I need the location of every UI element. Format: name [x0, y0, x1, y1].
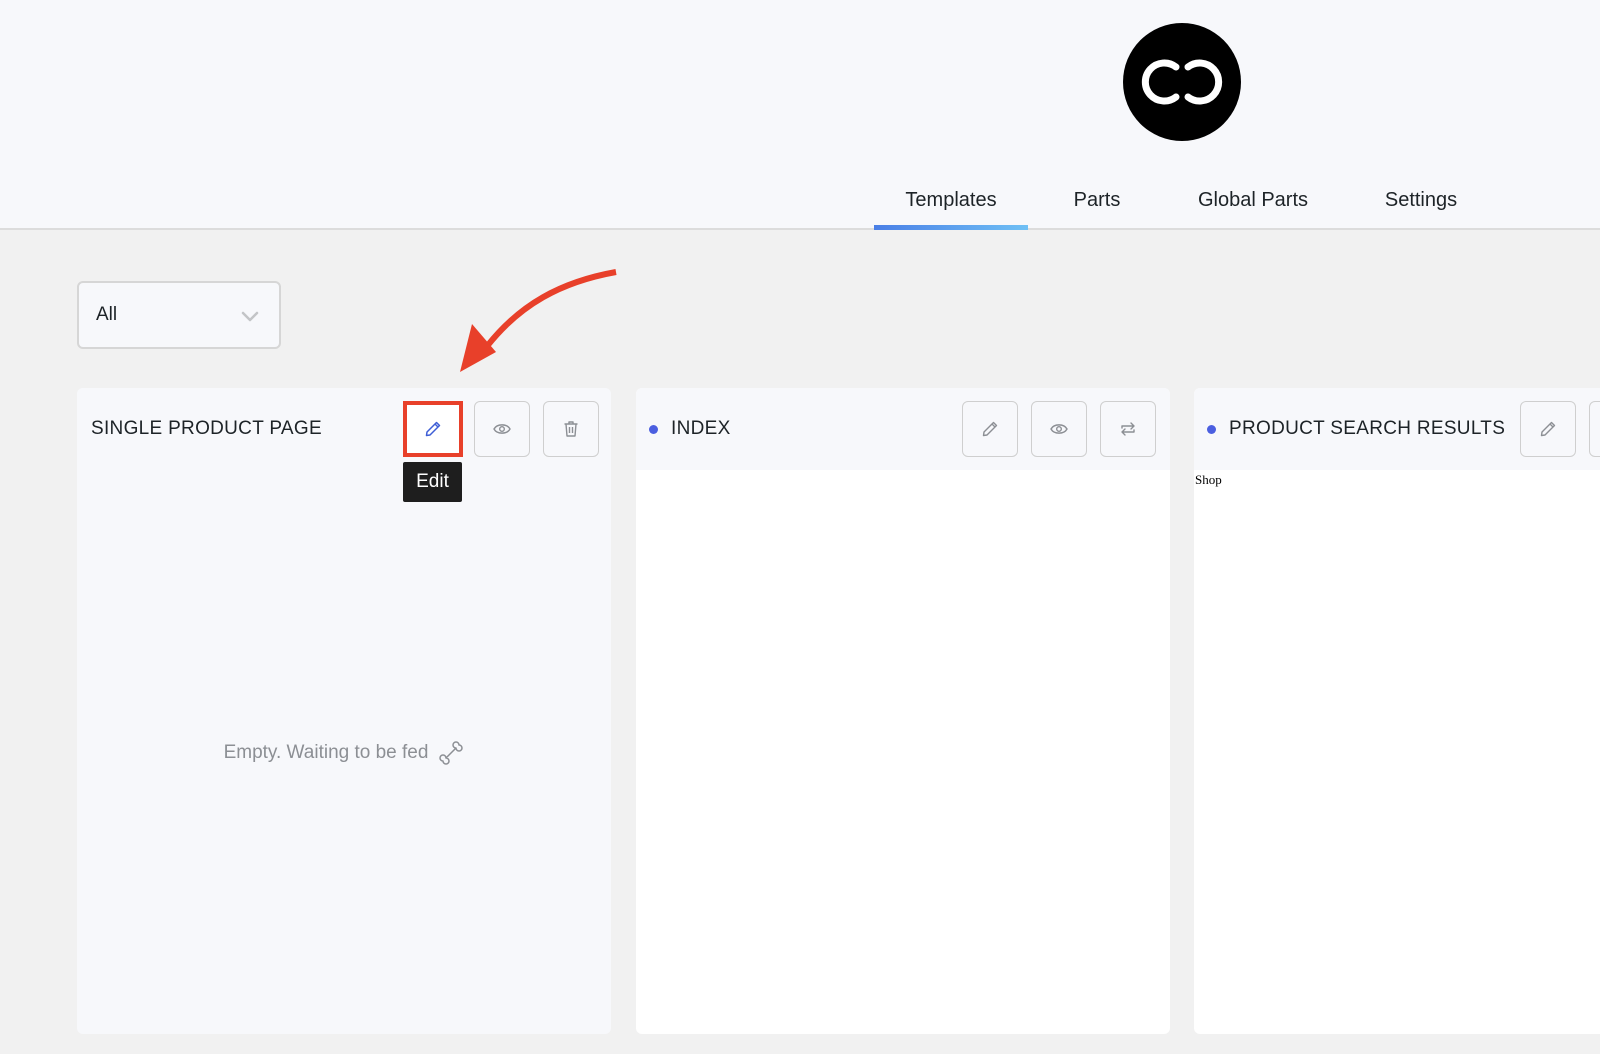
card-title: SINGLE PRODUCT PAGE — [91, 418, 322, 439]
template-card-product-search-results: PRODUCT SEARCH RESULTS Shop — [1194, 388, 1600, 1034]
pencil-icon — [425, 421, 441, 437]
card-header: SINGLE PRODUCT PAGE — [77, 388, 611, 470]
edit-button[interactable] — [962, 401, 1018, 457]
preview-shop-text: Shop — [1195, 472, 1222, 487]
pencil-icon — [982, 421, 998, 437]
delete-button[interactable] — [543, 401, 599, 457]
logo-icon — [1123, 23, 1241, 141]
tab-parts[interactable]: Parts — [1060, 170, 1134, 230]
card-title: PRODUCT SEARCH RESULTS — [1229, 418, 1506, 439]
empty-state-message: Empty. Waiting to be fed — [223, 742, 429, 763]
replace-button[interactable] — [1100, 401, 1156, 457]
trash-icon — [564, 421, 578, 437]
status-dot — [649, 425, 658, 434]
app-header: Templates Parts Global Parts Settings — [0, 0, 1600, 230]
chevron-down-icon — [241, 311, 259, 322]
eye-icon — [493, 424, 511, 434]
edit-button[interactable] — [1520, 401, 1576, 457]
status-dot — [1207, 425, 1216, 434]
tab-settings[interactable]: Settings — [1375, 170, 1467, 230]
template-card-single-product-page: SINGLE PRODUCT PAGE Empty. Waiting to be… — [77, 388, 611, 1034]
pencil-icon — [1540, 421, 1556, 437]
eye-icon — [1050, 424, 1068, 434]
edit-tooltip: Edit — [403, 462, 462, 502]
tab-global-parts[interactable]: Global Parts — [1183, 170, 1323, 230]
preview-button[interactable] — [1031, 401, 1087, 457]
template-type-filter-select[interactable]: All — [77, 281, 281, 349]
swap-arrows-icon — [1121, 422, 1135, 436]
empty-state: Empty. Waiting to be fed — [77, 740, 611, 766]
filter-selected-value: All — [96, 304, 118, 325]
bone-icon — [439, 741, 464, 765]
preview-button[interactable] — [1589, 401, 1600, 457]
template-card-index: INDEX — [636, 388, 1170, 1034]
preview-button[interactable] — [474, 401, 530, 457]
edit-button[interactable] — [403, 401, 463, 457]
card-title: INDEX — [671, 418, 731, 439]
annotation-arrow-icon — [460, 269, 617, 372]
card-header: PRODUCT SEARCH RESULTS — [1194, 388, 1600, 470]
tab-templates[interactable]: Templates — [874, 170, 1028, 230]
card-header: INDEX — [636, 388, 1170, 470]
